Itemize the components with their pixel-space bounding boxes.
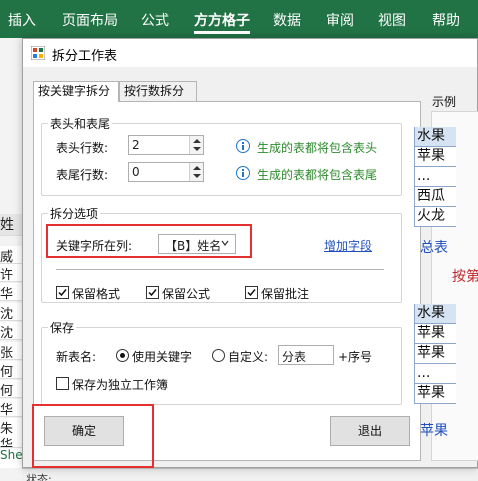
example-tab-total: 总表 — [420, 240, 448, 256]
example-cell: ... — [415, 364, 456, 384]
keep-format-checkbox[interactable] — [56, 286, 69, 299]
app-icon — [31, 46, 45, 60]
new-name-label: 新表名: — [56, 350, 97, 364]
save-workbook-checkbox[interactable] — [56, 377, 69, 390]
dialog-title: 拆分工作表 — [52, 49, 118, 64]
header-rows-stepper[interactable]: 2 — [128, 135, 204, 155]
header-footer-group — [41, 123, 402, 196]
example-cell: 苹果 — [415, 384, 456, 404]
footer-rows-spin-buttons[interactable] — [189, 163, 203, 181]
save-group-title: 保存 — [48, 319, 77, 336]
custom-name-radio[interactable] — [212, 349, 225, 362]
sheet-cell[interactable]: 许 — [0, 264, 22, 282]
header-rows-value[interactable]: 2 — [132, 138, 140, 152]
ribbon-tab-formulas[interactable]: 公式 — [141, 0, 169, 38]
add-field-link[interactable]: 增加字段 — [324, 237, 372, 254]
sheet-cell[interactable]: 华 — [0, 283, 22, 301]
example-cell: ... — [415, 167, 456, 187]
example-tab-apple: 苹果 — [420, 423, 448, 439]
header-rows-label: 表头行数: — [56, 141, 109, 155]
ribbon-tab-page-layout[interactable]: 页面布局 — [62, 0, 118, 38]
ribbon-tab-fangfang[interactable]: 方方格子 — [194, 0, 250, 38]
spin-up-icon[interactable] — [193, 166, 201, 170]
keep-comment-label[interactable]: 保留批注 — [261, 285, 309, 302]
example-label: 示例 — [432, 95, 457, 109]
use-keyword-label[interactable]: 使用关键字 — [132, 348, 192, 365]
excel-ribbon: 插入 页面布局 公式 方方格子 数据 审阅 视图 帮助 — [0, 0, 478, 38]
header-footer-group-title: 表头和表尾 — [48, 115, 113, 132]
checkmark-icon — [148, 289, 157, 297]
spin-up-icon[interactable] — [193, 139, 201, 143]
tab-split-by-keyword[interactable]: 按关键字拆分 — [33, 81, 119, 102]
split-options-group-title: 拆分选项 — [48, 205, 101, 222]
ribbon-tab-insert[interactable]: 插入 — [8, 0, 36, 38]
footer-rows-value[interactable]: 0 — [132, 165, 140, 179]
footer-hint: 生成的表都将包含表尾 — [257, 168, 378, 182]
ribbon-tab-data[interactable]: 数据 — [273, 0, 301, 38]
info-icon — [236, 166, 250, 180]
divider — [56, 269, 384, 270]
keep-format-label[interactable]: 保留格式 — [72, 285, 120, 302]
custom-name-label[interactable]: 自定义: — [228, 348, 268, 365]
sheet-header-cell[interactable]: 姓 — [0, 214, 22, 236]
use-keyword-radio[interactable] — [116, 349, 129, 362]
footer-rows-label: 表尾行数: — [56, 168, 109, 182]
example-cell: 苹果 — [415, 147, 456, 167]
keep-formula-checkbox[interactable] — [146, 286, 159, 299]
save-group — [41, 327, 402, 405]
sheet-cell[interactable]: 威 — [0, 246, 22, 264]
header-rows-spin-buttons[interactable] — [189, 136, 203, 154]
spin-down-icon[interactable] — [193, 147, 201, 151]
example-cell: 水果 — [415, 127, 456, 147]
exit-button[interactable]: 退出 — [330, 416, 410, 446]
sheet-cell[interactable]: 沈 — [0, 303, 22, 321]
example-cell: 苹果 — [415, 344, 456, 364]
example-cell: 火龙 — [415, 207, 456, 227]
suffix-label: +序号 — [338, 350, 373, 364]
keep-comment-checkbox[interactable] — [245, 286, 258, 299]
tab-split-by-rows[interactable]: 按行数拆分 — [119, 81, 197, 101]
ribbon-tab-view[interactable]: 视图 — [378, 0, 406, 38]
status-text: 状态: — [26, 473, 52, 481]
ribbon-tab-review[interactable]: 审阅 — [326, 0, 354, 38]
spin-down-icon[interactable] — [193, 174, 201, 178]
custom-name-input[interactable]: 分表 — [278, 345, 334, 365]
status-bar — [22, 468, 478, 481]
sheet-cell[interactable]: 何 — [0, 380, 22, 398]
sheet-cell[interactable]: 沈 — [0, 322, 22, 340]
sheet-cell[interactable]: 何 — [0, 361, 22, 379]
checkmark-icon — [58, 289, 67, 297]
checkmark-icon — [247, 289, 256, 297]
custom-name-value[interactable]: 分表 — [282, 348, 306, 365]
sheet-tab[interactable]: She — [0, 448, 23, 468]
footer-rows-stepper[interactable]: 0 — [128, 162, 204, 182]
example-cell: 水果 — [415, 304, 456, 324]
save-workbook-label[interactable]: 保存为独立工作簿 — [72, 376, 168, 393]
example-table-apple: 水果 苹果 苹果 ... 苹果 — [414, 304, 456, 404]
ribbon-tab-help[interactable]: 帮助 — [432, 0, 460, 38]
example-table-total: 水果 苹果 ... 西瓜 火龙 — [414, 127, 456, 227]
example-cell: 苹果 — [415, 324, 456, 344]
info-icon — [236, 139, 250, 153]
key-column-highlight — [46, 224, 252, 258]
sheet-cell[interactable]: 华 — [0, 399, 22, 417]
ok-button-highlight — [32, 404, 154, 468]
sheet-cell[interactable]: 华 — [0, 434, 22, 448]
example-cell: 西瓜 — [415, 187, 456, 207]
example-note: 按第 — [452, 269, 478, 285]
sheet-cell[interactable]: 张 — [0, 342, 22, 360]
keep-formula-label[interactable]: 保留公式 — [162, 285, 210, 302]
dialog-title-bar[interactable]: 拆分工作表 — [23, 39, 477, 67]
header-hint: 生成的表都将包含表头 — [257, 141, 378, 155]
